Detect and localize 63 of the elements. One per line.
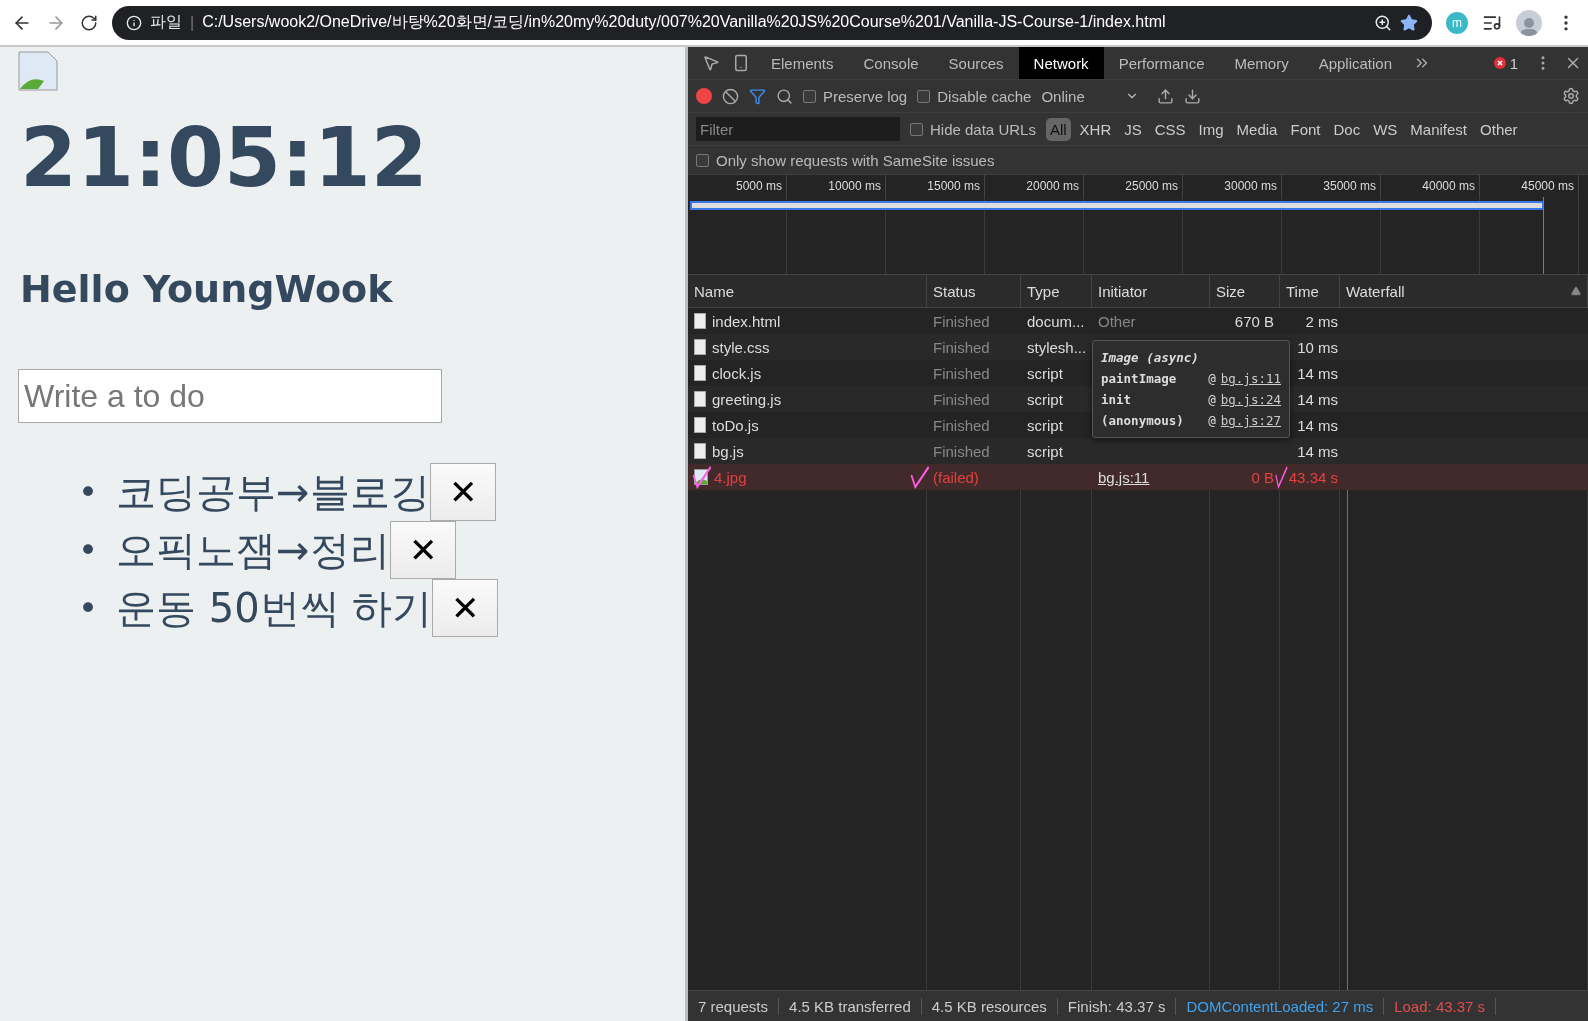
clock-text: 21:05:12 xyxy=(20,117,429,199)
timeline-tick: 5000 ms xyxy=(688,175,787,197)
timeline-tick: 40000 ms xyxy=(1381,175,1480,197)
request-name: style.css xyxy=(712,338,770,356)
timeline-tick: 15000 ms xyxy=(886,175,985,197)
at-sign: @ xyxy=(1208,392,1216,407)
bullet: • xyxy=(78,471,100,514)
status-text: Finish: 43.37 s xyxy=(1057,997,1177,1015)
status-text: Finished xyxy=(933,338,990,356)
stack-function: paintImage xyxy=(1101,371,1177,386)
time-text: 14 ms xyxy=(1297,390,1338,408)
timeline-tick: 30000 ms xyxy=(1183,175,1282,197)
todo-text: 오픽노잼→정리 xyxy=(116,526,390,575)
status-text: Load: 43.37 s xyxy=(1384,997,1497,1015)
divider-text: | xyxy=(190,13,195,32)
time-text: 14 ms xyxy=(1297,364,1338,382)
status-text: 4.5 KB resources xyxy=(921,997,1058,1015)
tooltip-title: Image (async) xyxy=(1101,350,1200,365)
size-cell-text: 670 B xyxy=(1233,311,1275,332)
stack-function: init xyxy=(1101,392,1132,407)
bullet: • xyxy=(78,529,100,572)
scheme-label: 파일 xyxy=(150,12,182,32)
type-cell-text: script xyxy=(1026,415,1064,436)
status-text: 7 requests xyxy=(688,997,780,1015)
status-text: (failed) xyxy=(933,468,979,486)
initiator-cell-text: Other xyxy=(1097,311,1137,332)
type-cell-text: script xyxy=(1026,363,1064,384)
status-text: Finished xyxy=(933,364,990,382)
timeline-tick: 10000 ms xyxy=(787,175,886,197)
timeline-tick: 45000 ms xyxy=(1480,175,1579,197)
time-text: 14 ms xyxy=(1297,416,1338,434)
todo-text: 운동 50번씩 하기 xyxy=(116,584,433,633)
status-text: Finished xyxy=(933,390,990,408)
time-text: 14 ms xyxy=(1297,442,1338,460)
bullet: • xyxy=(78,587,100,630)
at-sign: @ xyxy=(1208,371,1216,386)
todo-text: 코딩공부→블로깅 xyxy=(116,468,430,517)
time-text: 2 ms xyxy=(1305,312,1338,330)
type-cell-text: docum... xyxy=(1026,311,1086,332)
timeline-tick: 25000 ms xyxy=(1084,175,1183,197)
status-text: Finished xyxy=(933,312,990,330)
request-name: clock.js xyxy=(712,364,762,382)
type-cell-text: script xyxy=(1026,441,1064,462)
size-cell-text: 0 B xyxy=(1250,467,1275,488)
status-text: 4.5 KB transferred xyxy=(779,997,922,1015)
timeline-tick: 35000 ms xyxy=(1282,175,1381,197)
status-text: Finished xyxy=(933,416,990,434)
request-name: greeting.js xyxy=(712,390,782,408)
request-name: bg.js xyxy=(712,442,744,460)
request-name: 4.jpg xyxy=(714,468,747,486)
time-text: 10 ms xyxy=(1297,338,1338,356)
greeting-text: Hello YoungWook xyxy=(20,267,394,311)
time-text: 43.34 s xyxy=(1288,468,1338,486)
status-text: Finished xyxy=(933,442,990,460)
request-name: index.html xyxy=(712,312,781,330)
stack-function: (anonymous) xyxy=(1101,413,1184,428)
url-text: C:/Users/wook2/OneDrive/바탕%20화면/코딩/in%20my%20duty/007%20Vanilla%20JS%20Course%201/Vanilla-JS-Course-1/index.html xyxy=(202,12,1167,32)
request-name: toDo.js xyxy=(712,416,759,434)
status-text: DOMContentLoaded: 27 ms xyxy=(1176,997,1385,1015)
timeline-tick: 20000 ms xyxy=(985,175,1084,197)
type-cell-text: script xyxy=(1026,389,1064,410)
type-cell-text: stylesh... xyxy=(1026,337,1088,358)
at-sign: @ xyxy=(1208,413,1216,428)
